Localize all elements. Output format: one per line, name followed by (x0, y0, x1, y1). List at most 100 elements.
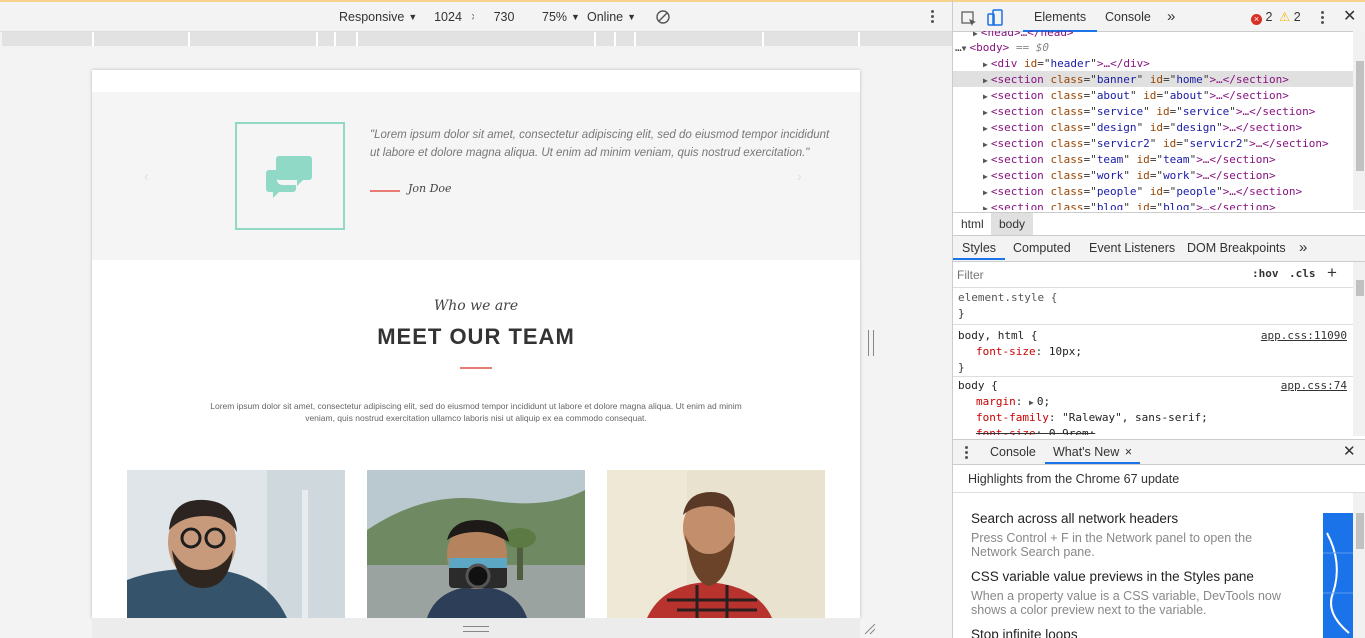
whats-new-header: Highlights from the Chrome 67 update (953, 466, 1365, 493)
device-toolbar-icon[interactable] (987, 8, 1005, 26)
network-label: Online (587, 10, 624, 24)
expand-triangle-icon[interactable]: ▶ (983, 140, 988, 149)
prop-name: margin (976, 395, 1016, 408)
whats-new-item-title[interactable]: CSS variable value previews in the Style… (971, 569, 1254, 584)
rule-selector[interactable]: body, html { (958, 328, 1037, 344)
dom-node-body[interactable]: …▼ <body> == $0 (955, 40, 1049, 57)
expand-triangle-icon[interactable]: ▶ (983, 204, 988, 210)
style-declaration[interactable]: font-family: "Raleway", sans-serif; (976, 410, 1208, 426)
close-devtools-icon[interactable]: ✕ (1343, 2, 1356, 32)
styles-filter-bar: :hov .cls + (953, 262, 1353, 288)
rule-selector[interactable]: body { (958, 378, 998, 394)
close-tab-icon[interactable]: × (1125, 445, 1132, 459)
expand-triangle-icon[interactable]: ▶ (983, 92, 988, 101)
dom-node-div[interactable]: ▶ <div id="header">…</div> (983, 56, 1150, 73)
hover-state-toggle[interactable]: :hov (1252, 267, 1279, 280)
tab-dom-breakpoints[interactable]: DOM Breakpoints (1187, 236, 1286, 260)
expand-triangle-icon[interactable]: ▶ (983, 108, 988, 117)
device-pane: Responsive ▼ 1024 × 730 75% ▼ Online ▼ (0, 0, 952, 638)
whats-new-scrollbar[interactable] (1353, 493, 1365, 638)
resize-corner-handle[interactable] (863, 622, 877, 636)
width-input[interactable]: 1024 (418, 7, 478, 27)
expand-triangle-icon[interactable]: ▶ (983, 76, 988, 85)
carousel-next-icon[interactable]: › (797, 168, 802, 184)
drawer-tab-console[interactable]: Console (990, 440, 1036, 464)
drawer-tab-whats-new[interactable]: What's New × (1045, 440, 1141, 464)
whats-new-scrollbar-thumb[interactable] (1356, 513, 1364, 549)
more-tabs-icon[interactable]: » (1167, 2, 1175, 32)
dom-attr-value: design (1176, 121, 1217, 134)
dom-node-section[interactable]: ▶ <section class="about" id="about">…</se… (983, 88, 1289, 105)
carousel-prev-icon[interactable]: ‹ (144, 168, 149, 184)
more-options-icon[interactable] (931, 10, 934, 25)
whats-new-item-title[interactable]: Stop infinite loops (971, 627, 1078, 638)
dom-tag-close: >…</section> (1196, 153, 1276, 166)
style-declaration-overridden[interactable]: font-size: 0.9rem; (976, 426, 1095, 435)
style-declaration[interactable]: margin: ▶ 0; (976, 394, 1050, 411)
whats-new-item-title[interactable]: Search across all network headers (971, 511, 1178, 526)
whats-new-thumbnail[interactable] (1323, 513, 1353, 638)
styles-scrollbar-thumb[interactable] (1356, 280, 1364, 296)
rule-source-link[interactable]: app.css:74 (1281, 378, 1347, 394)
dom-node-section[interactable]: ▶ <section class="blog" id="blog">…</sect… (983, 200, 1276, 210)
dom-attr-value: servicr2 (1096, 137, 1150, 150)
expand-triangle-icon[interactable]: ▶ (983, 156, 988, 165)
dom-scrollbar[interactable] (1353, 31, 1365, 210)
dom-node-section[interactable]: ▶ <section class="design" id="design">…</… (983, 120, 1302, 137)
styles-filter-input[interactable] (957, 265, 1242, 285)
dom-tag: <head> (980, 31, 1021, 39)
class-toggle[interactable]: .cls (1289, 267, 1316, 280)
dom-node-section[interactable]: ▶ <section class="banner" id="home">…</se… (983, 72, 1289, 89)
rule-selector[interactable]: element.style { (958, 290, 1057, 306)
team-divider (460, 367, 492, 369)
device-select[interactable]: Responsive ▼ (339, 2, 417, 32)
caret-down-icon: ▼ (571, 12, 580, 22)
tab-styles[interactable]: Styles (953, 236, 1006, 260)
error-count[interactable]: × 2 (1251, 2, 1272, 32)
testimonial-quote: "Lorem ipsum dolor sit amet, consectetur… (370, 129, 830, 159)
dom-attr-name: class (1050, 169, 1084, 182)
rule-body: body { app.css:74 margin: ▶ 0; font-famil… (953, 377, 1353, 435)
drawer-menu-icon[interactable] (965, 446, 968, 461)
resize-width-handle[interactable] (868, 330, 874, 356)
warning-count[interactable]: ⚠ 2 (1279, 2, 1301, 32)
dom-scrollbar-thumb[interactable] (1356, 61, 1364, 171)
breadcrumb-html[interactable]: html (961, 217, 984, 231)
tab-computed[interactable]: Computed (1013, 236, 1071, 260)
tab-event-listeners[interactable]: Event Listeners (1089, 236, 1175, 260)
network-select[interactable]: Online ▼ (587, 2, 636, 32)
dom-node-section[interactable]: ▶ <section class="team" id="team">…</sect… (983, 152, 1276, 169)
resize-height-handle[interactable] (463, 626, 489, 632)
dom-attr-value: blog (1163, 201, 1190, 210)
tab-console[interactable]: Console (1105, 2, 1151, 32)
expand-triangle-icon[interactable]: ▶ (1029, 398, 1034, 407)
expand-triangle-icon[interactable]: ▶ (983, 172, 988, 181)
warning-count-label: 2 (1293, 10, 1301, 24)
prop-name: font-size (976, 345, 1036, 358)
prop-value: 0.9rem; (1048, 427, 1096, 435)
expand-triangle-icon[interactable]: ▶ (983, 60, 988, 69)
zoom-select[interactable]: 75% ▼ (542, 2, 580, 32)
more-style-tabs-icon[interactable]: » (1299, 236, 1307, 260)
dom-node-section[interactable]: ▶ <section class="service" id="service">…… (983, 104, 1315, 121)
dom-node-section[interactable]: ▶ <section class="people" id="people">…</… (983, 184, 1302, 201)
error-icon: × (1251, 14, 1262, 25)
style-declaration[interactable]: font-size: 10px; (976, 344, 1082, 360)
media-query-bar[interactable] (2, 32, 952, 46)
height-input[interactable]: 730 (474, 7, 534, 27)
caret-down-icon: ▼ (627, 12, 637, 22)
breadcrumb-body[interactable]: body (991, 213, 1034, 235)
expand-triangle-icon[interactable]: ▶ (983, 188, 988, 197)
rule-source-link[interactable]: app.css:11090 (1261, 328, 1347, 344)
tab-elements[interactable]: Elements (1023, 2, 1098, 32)
dom-node-section[interactable]: ▶ <section class="work" id="work">…</sect… (983, 168, 1276, 185)
inspect-element-icon[interactable] (961, 8, 977, 26)
dom-node-section[interactable]: ▶ <section class="servicr2" id="servicr2"… (983, 136, 1329, 153)
close-drawer-icon[interactable]: ✕ (1343, 440, 1356, 464)
expand-triangle-icon[interactable]: ▶ (983, 124, 988, 133)
new-rule-plus-icon[interactable]: + (1327, 263, 1337, 283)
rotate-icon[interactable] (655, 2, 671, 32)
styles-scrollbar[interactable] (1353, 262, 1365, 436)
devtools-menu-icon[interactable] (1321, 11, 1324, 25)
team-photo-3 (607, 470, 825, 618)
